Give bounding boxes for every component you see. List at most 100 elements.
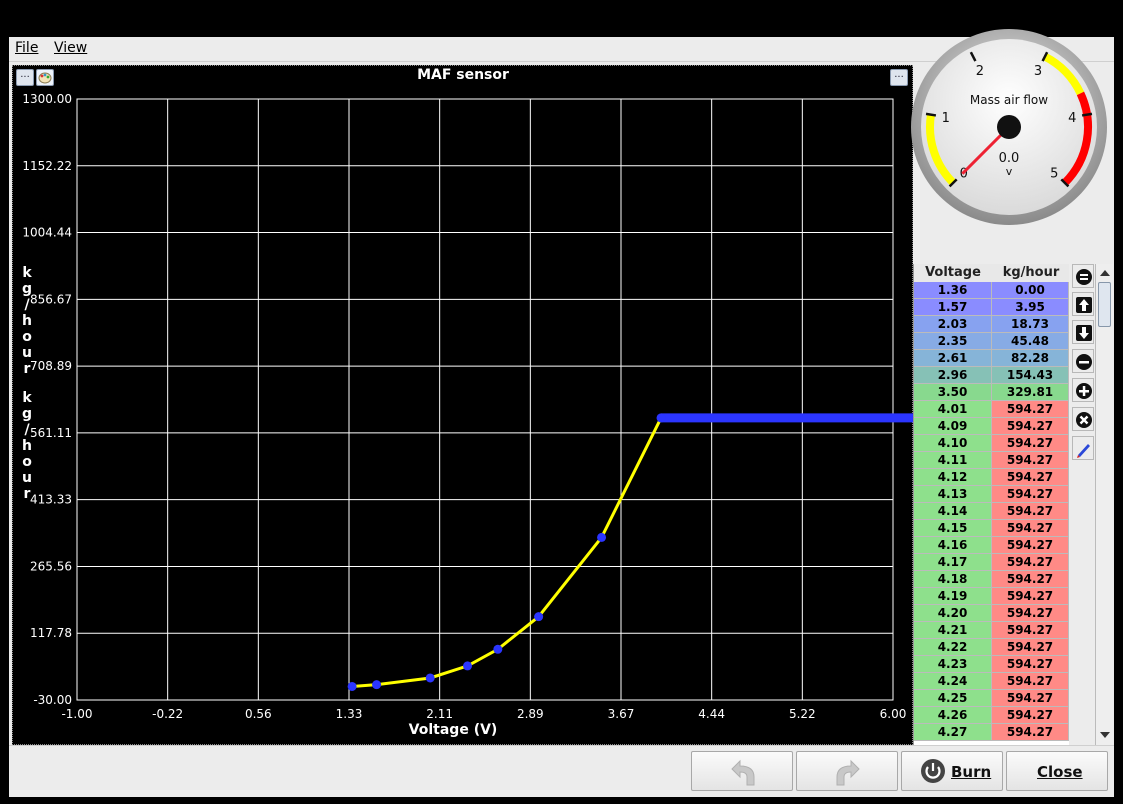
data-point[interactable] <box>493 644 503 654</box>
data-point[interactable] <box>347 681 357 691</box>
kghour-cell[interactable]: 594.27 <box>992 503 1069 520</box>
table-row[interactable]: 4.22 594.27 <box>914 639 1069 656</box>
kghour-cell[interactable]: 594.27 <box>992 605 1069 622</box>
chart-image-button[interactable] <box>36 69 54 86</box>
table-row[interactable]: 4.01 594.27 <box>914 401 1069 418</box>
voltage-cell[interactable]: 4.10 <box>914 435 992 452</box>
kghour-cell[interactable]: 45.48 <box>992 333 1069 350</box>
table-row[interactable]: 3.50 329.81 <box>914 384 1069 401</box>
kghour-cell[interactable]: 594.27 <box>992 673 1069 690</box>
table-row[interactable]: 4.15 594.27 <box>914 520 1069 537</box>
voltage-cell[interactable]: 4.24 <box>914 673 992 690</box>
voltage-cell[interactable]: 4.11 <box>914 452 992 469</box>
table-row[interactable]: 4.09 594.27 <box>914 418 1069 435</box>
voltage-cell[interactable]: 4.27 <box>914 724 992 741</box>
kghour-cell[interactable]: 594.27 <box>992 537 1069 554</box>
redo-button[interactable] <box>796 751 898 791</box>
table-scrollbar[interactable] <box>1095 264 1113 745</box>
voltage-cell[interactable]: 2.61 <box>914 350 992 367</box>
table-row[interactable]: 2.35 45.48 <box>914 333 1069 350</box>
voltage-cell[interactable]: 4.26 <box>914 707 992 724</box>
voltage-cell[interactable]: 4.25 <box>914 690 992 707</box>
kghour-cell[interactable]: 18.73 <box>992 316 1069 333</box>
voltage-cell[interactable]: 4.14 <box>914 503 992 520</box>
equal-button[interactable] <box>1072 264 1094 288</box>
pen-button[interactable] <box>1072 436 1094 460</box>
kghour-cell[interactable]: 594.27 <box>992 707 1069 724</box>
table-row[interactable]: 4.17 594.27 <box>914 554 1069 571</box>
scroll-thumb[interactable] <box>1098 282 1111 327</box>
kghour-cell[interactable]: 594.27 <box>992 588 1069 605</box>
table-row[interactable]: 4.18 594.27 <box>914 571 1069 588</box>
voltage-cell[interactable]: 4.01 <box>914 401 992 418</box>
voltage-cell[interactable]: 4.17 <box>914 554 992 571</box>
voltage-cell[interactable]: 4.20 <box>914 605 992 622</box>
table-row[interactable]: 2.03 18.73 <box>914 316 1069 333</box>
data-point[interactable] <box>534 612 544 622</box>
table-row[interactable]: 4.11 594.27 <box>914 452 1069 469</box>
kghour-cell[interactable]: 594.27 <box>992 486 1069 503</box>
voltage-cell[interactable]: 2.96 <box>914 367 992 384</box>
table-row[interactable]: 2.61 82.28 <box>914 350 1069 367</box>
voltage-cell[interactable]: 4.18 <box>914 571 992 588</box>
voltage-cell[interactable]: 4.09 <box>914 418 992 435</box>
voltage-cell[interactable]: 1.57 <box>914 299 992 316</box>
kghour-cell[interactable]: 594.27 <box>992 520 1069 537</box>
voltage-cell[interactable]: 4.12 <box>914 469 992 486</box>
table-row[interactable]: 1.36 0.00 <box>914 282 1069 299</box>
voltage-cell[interactable]: 4.21 <box>914 622 992 639</box>
cross-button[interactable] <box>1072 407 1094 431</box>
table-row[interactable]: 4.12 594.27 <box>914 469 1069 486</box>
voltage-cell[interactable]: 4.16 <box>914 537 992 554</box>
kghour-cell[interactable]: 154.43 <box>992 367 1069 384</box>
voltage-cell[interactable]: 4.23 <box>914 656 992 673</box>
kghour-cell[interactable]: 594.27 <box>992 622 1069 639</box>
table-row[interactable]: 4.27 594.27 <box>914 724 1069 741</box>
table-row[interactable]: 4.13 594.27 <box>914 486 1069 503</box>
kghour-cell[interactable]: 594.27 <box>992 469 1069 486</box>
table-row[interactable]: 4.19 594.27 <box>914 588 1069 605</box>
table-row[interactable]: 4.23 594.27 <box>914 656 1069 673</box>
table-row[interactable]: 4.20 594.27 <box>914 605 1069 622</box>
kghour-cell[interactable]: 82.28 <box>992 350 1069 367</box>
kghour-cell[interactable]: 329.81 <box>992 384 1069 401</box>
column-header-kghour[interactable]: kg/hour <box>992 265 1069 280</box>
table-row[interactable]: 4.16 594.27 <box>914 537 1069 554</box>
voltage-cell[interactable]: 4.15 <box>914 520 992 537</box>
kghour-cell[interactable]: 594.27 <box>992 554 1069 571</box>
kghour-cell[interactable]: 594.27 <box>992 724 1069 741</box>
maf-table[interactable]: Voltage kg/hour 1.36 0.00 1.57 3.95 2.03 18.7… <box>913 264 1069 745</box>
arrow-down-button[interactable] <box>1072 320 1094 344</box>
arrow-up-button[interactable] <box>1072 292 1094 316</box>
voltage-cell[interactable]: 4.19 <box>914 588 992 605</box>
table-row[interactable]: 2.96 154.43 <box>914 367 1069 384</box>
close-button[interactable]: Close <box>1006 751 1108 791</box>
kghour-cell[interactable]: 3.95 <box>992 299 1069 316</box>
voltage-cell[interactable]: 2.35 <box>914 333 992 350</box>
menu-view[interactable]: View <box>54 40 87 56</box>
burn-button[interactable]: Burn <box>901 751 1003 791</box>
scroll-down-icon[interactable] <box>1097 728 1113 742</box>
scroll-up-icon[interactable] <box>1097 266 1113 280</box>
undo-button[interactable] <box>691 751 793 791</box>
data-point[interactable] <box>463 661 473 671</box>
data-point[interactable] <box>372 680 382 690</box>
chart-panel[interactable]: MAF sensor -1.00 -0.22 0.56 1.33 2.11 2.89 3.67… <box>12 65 914 746</box>
column-header-voltage[interactable]: Voltage <box>914 265 992 280</box>
table-row[interactable]: 1.57 3.95 <box>914 299 1069 316</box>
menu-file[interactable]: File <box>15 40 38 56</box>
table-row[interactable]: 4.24 594.27 <box>914 673 1069 690</box>
kghour-cell[interactable]: 594.27 <box>992 418 1069 435</box>
kghour-cell[interactable]: 594.27 <box>992 656 1069 673</box>
table-row[interactable]: 4.21 594.27 <box>914 622 1069 639</box>
data-point[interactable] <box>597 532 607 542</box>
kghour-cell[interactable]: 594.27 <box>992 571 1069 588</box>
kghour-cell[interactable]: 594.27 <box>992 401 1069 418</box>
table-row[interactable]: 4.26 594.27 <box>914 707 1069 724</box>
voltage-cell[interactable]: 1.36 <box>914 282 992 299</box>
voltage-cell[interactable]: 4.13 <box>914 486 992 503</box>
data-point[interactable] <box>656 413 666 423</box>
kghour-cell[interactable]: 594.27 <box>992 435 1069 452</box>
kghour-cell[interactable]: 594.27 <box>992 452 1069 469</box>
maf-chart[interactable]: MAF sensor -1.00 -0.22 0.56 1.33 2.11 2.89 3.67… <box>13 66 914 746</box>
